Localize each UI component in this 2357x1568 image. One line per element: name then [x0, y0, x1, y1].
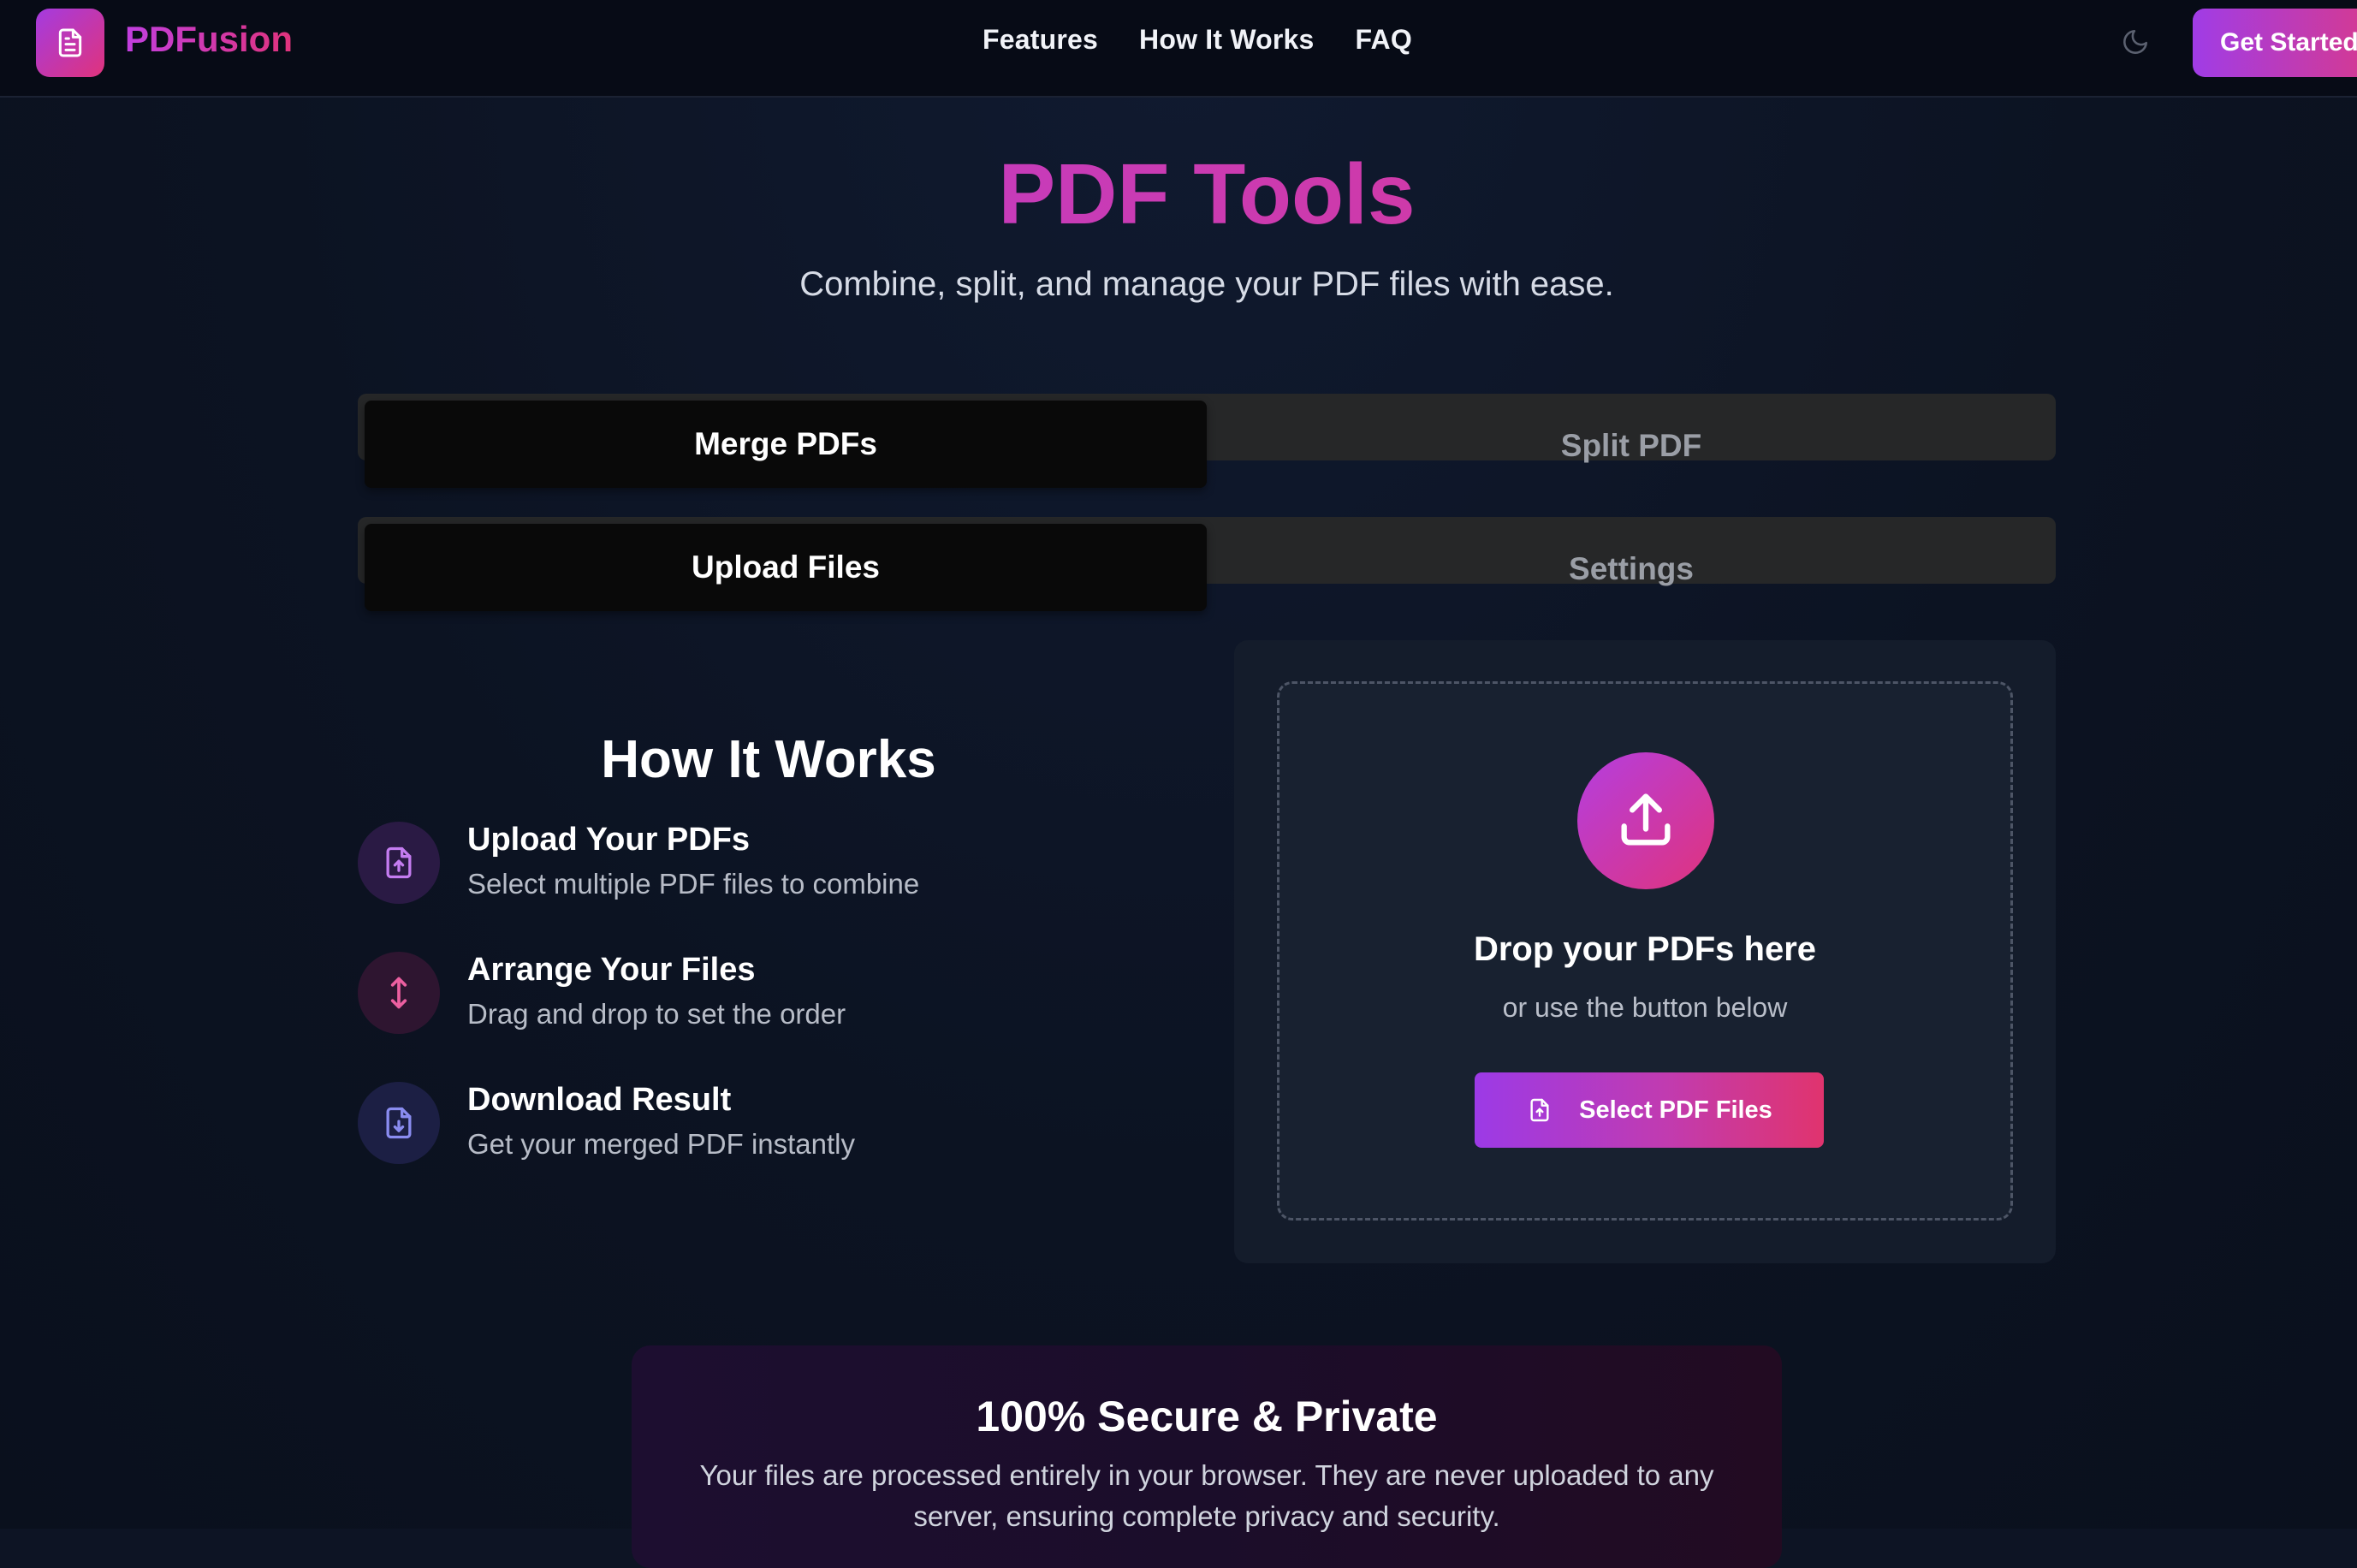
sub-tabs: Upload Files Settings — [358, 517, 2056, 611]
step-desc: Drag and drop to set the order — [467, 998, 846, 1030]
file-upload-icon — [358, 822, 440, 904]
nav-features[interactable]: Features — [983, 24, 1098, 56]
step-desc: Select multiple PDF files to combine — [467, 868, 920, 900]
get-started-button[interactable]: Get Started — [2193, 9, 2357, 77]
step-title: Arrange Your Files — [467, 952, 756, 988]
upload-icon — [1577, 752, 1714, 889]
how-it-works-title: How It Works — [601, 730, 936, 789]
step-download: Download Result Get your merged PDF inst… — [358, 1082, 1128, 1176]
page-title: PDF Tools — [0, 146, 2357, 244]
arrows-vertical-icon — [358, 952, 440, 1034]
file-download-icon — [358, 1082, 440, 1164]
top-header: PDFusion Features How It Works FAQ Get S… — [0, 0, 2357, 98]
security-panel: 100% Secure & Private Your files are pro… — [632, 1345, 1782, 1568]
upload-card: Drop your PDFs here or use the button be… — [1234, 640, 2056, 1263]
step-arrange: Arrange Your Files Drag and drop to set … — [358, 952, 1128, 1046]
nav-faq[interactable]: FAQ — [1356, 24, 1412, 56]
step-desc: Get your merged PDF instantly — [467, 1128, 856, 1160]
select-pdf-files-label: Select PDF Files — [1579, 1096, 1772, 1124]
tab-settings[interactable]: Settings — [1207, 517, 2056, 611]
select-pdf-files-button[interactable]: Select PDF Files — [1475, 1072, 1824, 1148]
page-subtitle: Combine, split, and manage your PDF file… — [799, 265, 1614, 303]
drop-title: Drop your PDFs here — [1473, 930, 1817, 968]
security-text: Your files are processed entirely in you… — [699, 1459, 1714, 1532]
main-nav: Features How It Works FAQ — [0, 24, 2357, 56]
step-title: Download Result — [467, 1082, 732, 1118]
step-upload: Upload Your PDFs Select multiple PDF fil… — [358, 822, 1128, 916]
file-upload-icon — [1530, 1098, 1549, 1122]
step-title: Upload Your PDFs — [467, 822, 751, 858]
drop-subtitle: or use the button below — [1502, 992, 1788, 1023]
security-title: 100% Secure & Private — [976, 1393, 1438, 1440]
tab-merge-pdfs[interactable]: Merge PDFs — [365, 401, 1207, 488]
drop-zone[interactable]: Drop your PDFs here or use the button be… — [1277, 681, 2013, 1221]
tab-split-pdf[interactable]: Split PDF — [1207, 394, 2056, 488]
nav-how-it-works[interactable]: How It Works — [1139, 24, 1315, 56]
mode-tabs: Merge PDFs Split PDF — [358, 394, 2056, 488]
tab-upload-files[interactable]: Upload Files — [365, 524, 1207, 611]
moon-icon[interactable] — [2121, 27, 2150, 56]
